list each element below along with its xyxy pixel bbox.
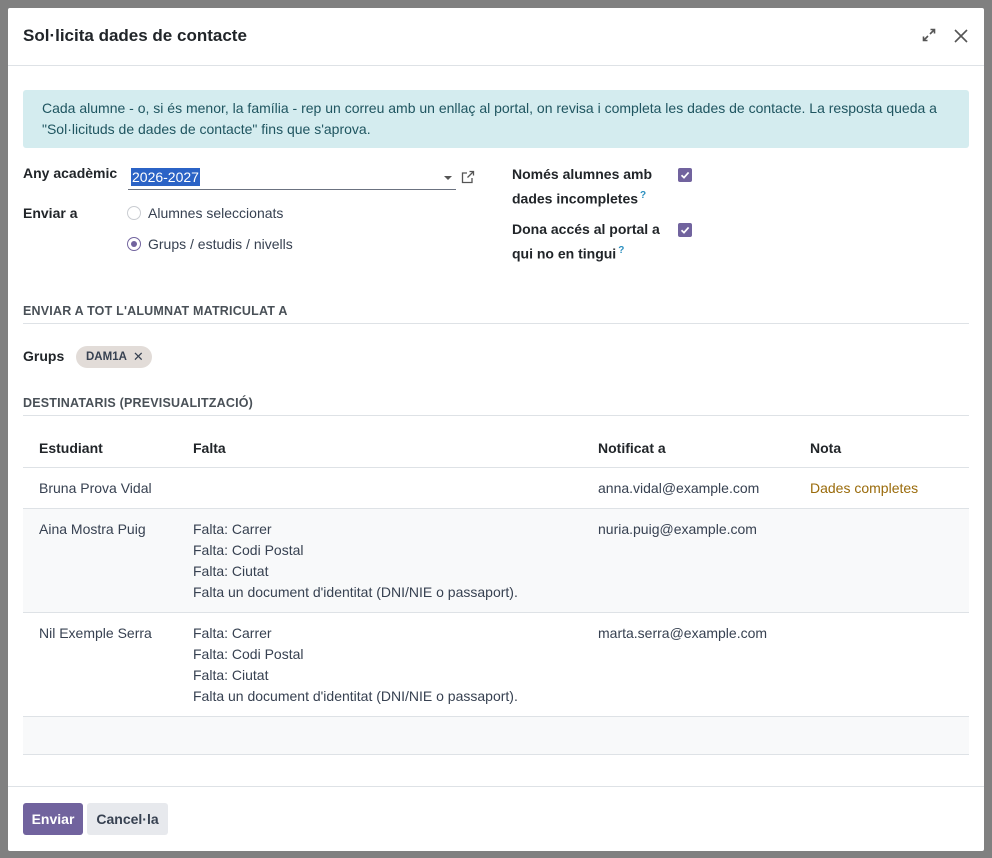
missing-item: Falta: Carrer <box>193 624 272 641</box>
empty-cell <box>177 716 582 755</box>
note-cell: Dades completes <box>794 467 969 509</box>
academic-year-label: Any acadèmic <box>23 165 118 181</box>
portal-access-label-line1: Dona accés al portal a <box>512 221 660 237</box>
column-header-notified[interactable]: Notificat a <box>582 429 794 468</box>
missing-item: Falta: Ciutat <box>193 562 269 579</box>
table-row[interactable]: Bruna Prova Vidal anna.vidal@example.com… <box>23 467 969 509</box>
table-row[interactable]: Nil Exemple Serra Falta: Carrer Falta: C… <box>23 612 969 717</box>
empty-cell <box>794 716 969 755</box>
missing-item: Falta: Ciutat <box>193 666 269 683</box>
notified-cell: anna.vidal@example.com <box>582 467 794 509</box>
only-incomplete-label-line1: Només alumnes amb <box>512 166 653 182</box>
help-icon[interactable]: ? <box>640 190 646 201</box>
only-incomplete-checkbox[interactable] <box>678 168 692 182</box>
send-button[interactable]: Enviar <box>23 803 83 835</box>
student-cell: Bruna Prova Vidal <box>23 467 177 509</box>
radio-circle[interactable] <box>127 206 141 220</box>
missing-item: Falta: Carrer <box>193 520 272 537</box>
section-recipients-title: DESTINATARIS (PREVISUALITZACIÓ) <box>23 396 969 416</box>
academic-year-select[interactable]: 2026-2027 <box>128 165 456 190</box>
dialog-footer: Enviar Cancel·la <box>8 786 984 851</box>
missing-item: Falta: Codi Postal <box>193 541 304 558</box>
student-cell: Nil Exemple Serra <box>23 612 177 717</box>
notified-cell: marta.serra@example.com <box>582 612 794 717</box>
send-to-label: Enviar a <box>23 205 78 221</box>
portal-access-label-line2: qui no en tingui <box>512 245 617 262</box>
close-icon[interactable] <box>952 27 970 45</box>
empty-row <box>23 716 969 755</box>
table-row[interactable]: Aina Mostra Puig Falta: Carrer Falta: Co… <box>23 508 969 613</box>
column-header-student[interactable]: Estudiant <box>23 429 177 468</box>
missing-item: Falta: Codi Postal <box>193 645 304 662</box>
group-tag: DAM1A ✕ <box>76 346 152 368</box>
radio-selected-students[interactable]: Alumnes seleccionats <box>127 203 283 223</box>
missing-item: Falta un document d'identitat (DNI/NIE o… <box>193 687 518 704</box>
info-alert: Cada alumne - o, si és menor, la família… <box>23 90 969 148</box>
dialog-header: Sol·licita dades de contacte <box>8 8 984 66</box>
dialog: Sol·licita dades de contacte Cada alumne… <box>8 8 984 851</box>
student-cell: Aina Mostra Puig <box>23 508 177 613</box>
missing-cell: Falta: Carrer Falta: Codi Postal Falta: … <box>177 612 582 717</box>
groups-label: Grups <box>23 348 65 364</box>
missing-cell <box>177 467 582 509</box>
only-incomplete-label-line2: dades incompletes <box>512 190 639 207</box>
remove-tag-icon[interactable]: ✕ <box>133 349 144 365</box>
table-header-row: Estudiant Falta Notificat a Nota <box>23 429 969 468</box>
expand-icon[interactable] <box>921 27 939 45</box>
note-cell <box>794 612 969 717</box>
recipients-table: Estudiant Falta Notificat a Nota Bruna P… <box>23 429 969 755</box>
portal-access-checkbox[interactable] <box>678 223 692 237</box>
missing-cell: Falta: Carrer Falta: Codi Postal Falta: … <box>177 508 582 613</box>
radio-label: Grups / estudis / nivells <box>148 236 293 252</box>
external-link-icon[interactable] <box>460 169 476 185</box>
radio-label: Alumnes seleccionats <box>148 205 284 221</box>
empty-cell <box>23 716 177 755</box>
cancel-button[interactable]: Cancel·la <box>87 803 168 835</box>
radio-groups[interactable]: Grups / estudis / nivells <box>127 234 293 254</box>
empty-cell <box>582 716 794 755</box>
notified-cell: nuria.puig@example.com <box>582 508 794 613</box>
section-send-all-title: ENVIAR A TOT L'ALUMNAT MATRICULAT A <box>23 304 969 324</box>
column-header-note[interactable]: Nota <box>794 429 969 468</box>
help-icon[interactable]: ? <box>618 245 624 256</box>
note-cell <box>794 508 969 613</box>
radio-circle-checked[interactable] <box>127 237 141 251</box>
only-incomplete-label: Només alumnes amb dades incompletes? <box>512 164 652 210</box>
chevron-down-icon <box>444 176 452 180</box>
dialog-title: Sol·licita dades de contacte <box>23 26 247 45</box>
column-header-missing[interactable]: Falta <box>177 429 582 468</box>
portal-access-label: Dona accés al portal a qui no en tingui? <box>512 219 660 265</box>
missing-item: Falta un document d'identitat (DNI/NIE o… <box>193 583 518 600</box>
group-tag-label: DAM1A <box>86 351 127 363</box>
academic-year-value: 2026-2027 <box>131 168 200 186</box>
